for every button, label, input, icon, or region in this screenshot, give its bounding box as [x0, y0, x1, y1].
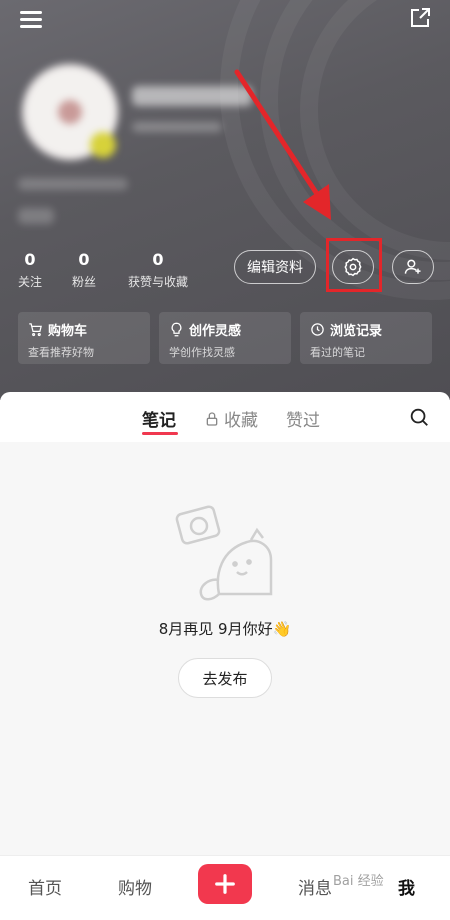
card-creation-inspiration[interactable]: 创作灵感 学创作找灵感	[159, 312, 291, 364]
edit-profile-button[interactable]: 编辑资料	[234, 250, 316, 284]
stat-value: 0	[78, 250, 90, 269]
content-tabs: 笔记 收藏 赞过	[0, 392, 450, 442]
card-title: 浏览记录	[330, 324, 383, 339]
stat-label: 关注	[18, 275, 43, 289]
stat-following[interactable]: 0 关注	[18, 250, 42, 290]
stats-row: 0 关注 0 粉丝 0 获赞与收藏	[0, 250, 220, 295]
plus-icon	[215, 874, 235, 894]
empty-state-message: 8月再见 9月你好👋	[158, 620, 292, 638]
lock-icon	[206, 411, 218, 426]
tab-liked[interactable]: 赞过	[286, 406, 320, 431]
stat-value: 0	[152, 250, 164, 269]
add-user-icon	[404, 259, 421, 274]
cart-icon	[29, 323, 42, 337]
menu-icon[interactable]	[18, 8, 44, 30]
empty-state-illustration-icon	[175, 505, 273, 601]
stat-value: 0	[24, 250, 36, 269]
card-title: 创作灵感	[189, 324, 242, 339]
stat-label: 获赞与收藏	[127, 275, 188, 289]
bulb-icon	[171, 322, 182, 337]
nav-messages[interactable]: 消息	[298, 874, 332, 899]
card-subtitle: 学创作找灵感	[169, 346, 235, 359]
stat-likes-collects[interactable]: 0 获赞与收藏	[126, 250, 190, 290]
settings-highlight-box	[326, 238, 382, 292]
stat-followers[interactable]: 0 粉丝	[71, 250, 97, 290]
clock-icon	[311, 323, 324, 336]
stat-label: 粉丝	[71, 275, 96, 289]
card-subtitle: 看过的笔记	[310, 346, 365, 359]
tab-collections[interactable]: 收藏	[204, 406, 258, 431]
tab-label: 收藏	[224, 411, 258, 431]
search-icon[interactable]	[408, 406, 430, 428]
tab-notes[interactable]: 笔记	[142, 406, 176, 431]
nav-home[interactable]: 首页	[28, 874, 62, 899]
create-post-button[interactable]	[198, 864, 252, 904]
add-friend-button[interactable]	[392, 250, 434, 284]
nav-me[interactable]: 我	[398, 874, 415, 899]
watermark: Bai 经验	[333, 874, 384, 889]
share-icon[interactable]	[406, 4, 434, 32]
annotation-arrow-icon	[234, 69, 331, 220]
card-subtitle: 查看推荐好物	[28, 346, 94, 359]
avatar-badge	[90, 132, 116, 158]
publish-button[interactable]: 去发布	[178, 658, 272, 698]
active-tab-indicator	[142, 432, 178, 435]
card-title: 购物车	[48, 324, 88, 339]
card-shopping-cart[interactable]: 购物车 查看推荐好物	[18, 312, 150, 364]
card-browse-history[interactable]: 浏览记录 看过的笔记	[300, 312, 432, 364]
nav-shopping[interactable]: 购物	[118, 874, 152, 899]
